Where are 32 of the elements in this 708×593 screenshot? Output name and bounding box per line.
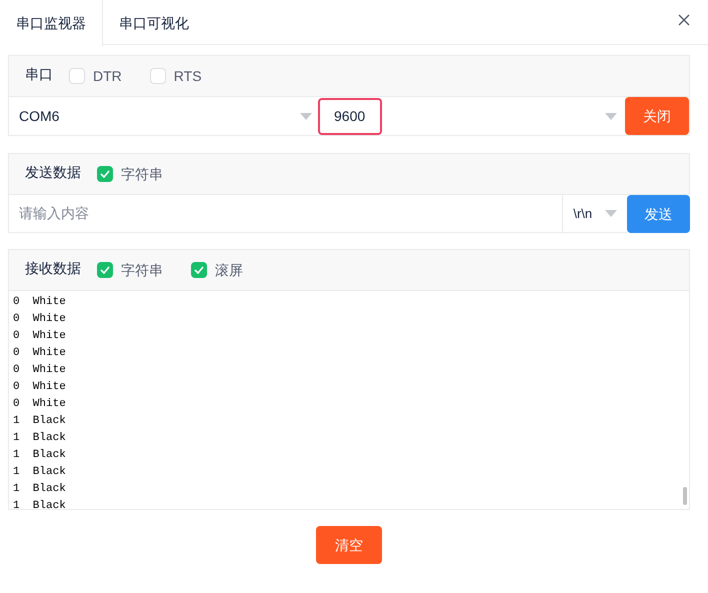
tab[interactable]: 串口监视器: [0, 0, 103, 46]
section-title: 发送数据: [25, 162, 81, 182]
checkbox-label: 字符串: [121, 164, 163, 184]
log-line: 0 White: [13, 363, 66, 378]
checkbox-label: DTR: [93, 66, 122, 86]
checkmark-icon: [100, 266, 110, 274]
checkbox[interactable]: [97, 166, 113, 182]
log-line: 0 White: [13, 346, 66, 361]
checkbox-label: 滚屏: [215, 260, 243, 280]
log-line: 1 Black: [13, 448, 66, 463]
scrollbar-thumb: [683, 487, 687, 505]
checkbox[interactable]: [97, 262, 113, 278]
message-input[interactable]: 请输入内容: [8, 195, 564, 233]
log-line: 1 Black: [13, 465, 66, 480]
checkbox[interactable]: [191, 262, 207, 278]
log-line: 0 White: [13, 312, 66, 327]
log-line: 0 White: [13, 397, 66, 412]
checkbox-label: 字符串: [121, 260, 163, 280]
checkmark-icon: [194, 266, 204, 274]
log-line: 1 Black: [13, 414, 66, 429]
caret-icon: [604, 210, 617, 217]
checkmark-icon: [100, 170, 110, 178]
log-line: 1 Black: [13, 482, 66, 497]
log-line: 1 Black: [13, 499, 66, 514]
tab[interactable]: 串口可视化: [103, 0, 205, 46]
checkbox-label: RTS: [174, 66, 202, 86]
log-line: 0 White: [13, 295, 66, 310]
log-line: 0 White: [13, 329, 66, 344]
log-line: 0 White: [13, 380, 66, 395]
section-title: 接收数据: [25, 258, 81, 278]
log-line: 1 Black: [13, 431, 66, 446]
section-title: 串口: [25, 64, 53, 84]
